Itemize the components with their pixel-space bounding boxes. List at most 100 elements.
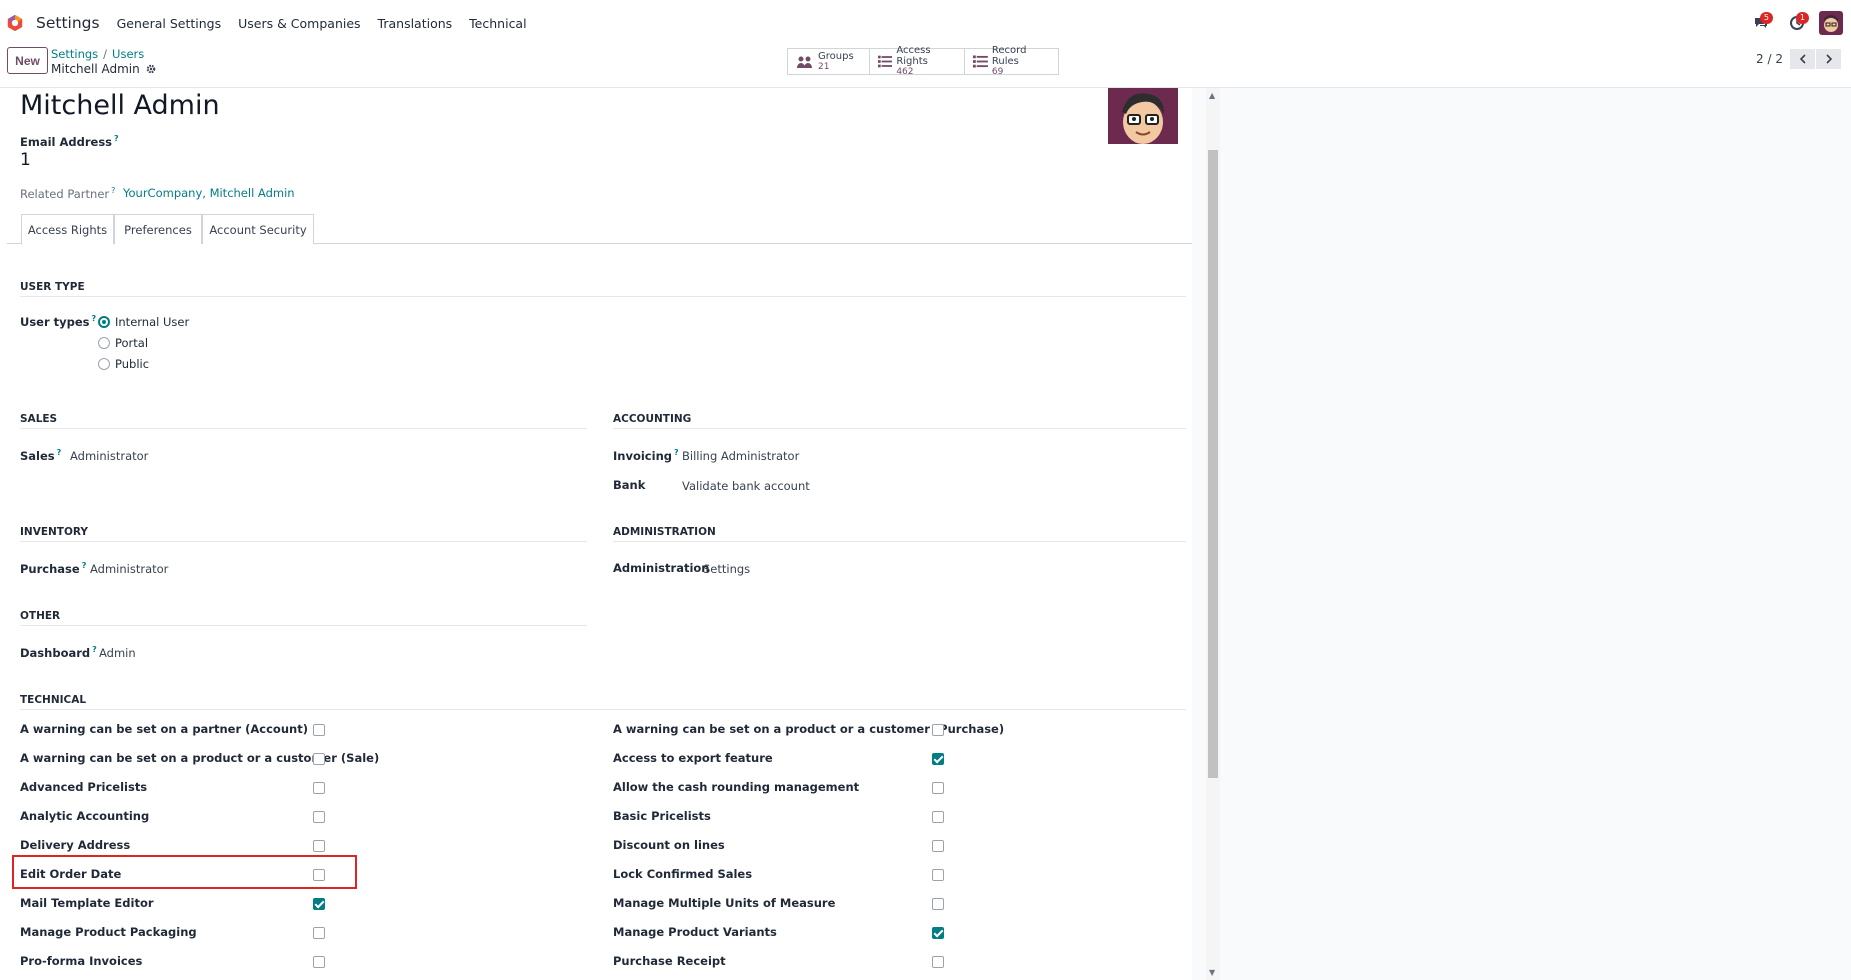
checkbox[interactable]: [932, 956, 944, 968]
highlight-box: [12, 855, 357, 889]
checkbox[interactable]: [932, 782, 944, 794]
section-divider: [20, 296, 1186, 297]
menu-general-settings[interactable]: General Settings: [117, 16, 222, 31]
checkbox[interactable]: [313, 927, 325, 939]
menu-technical[interactable]: Technical: [469, 16, 526, 31]
tab-preferences[interactable]: Preferences: [114, 214, 202, 244]
checkbox[interactable]: [313, 840, 325, 852]
administration-select[interactable]: Settings: [703, 562, 750, 576]
gear-icon[interactable]: [146, 64, 156, 74]
app-name[interactable]: Settings: [36, 14, 100, 32]
email-label-text: Email Address: [20, 134, 113, 149]
checkbox-label: Allow the cash rounding management: [613, 780, 860, 794]
checkbox[interactable]: [932, 869, 944, 881]
activities-badge: 1: [1795, 12, 1809, 24]
sales-label-text: Sales: [20, 448, 55, 463]
user-avatar[interactable]: [1819, 11, 1843, 35]
breadcrumb-settings[interactable]: Settings: [51, 47, 98, 61]
user-photo[interactable]: [1108, 88, 1178, 144]
list-icon: [973, 55, 988, 68]
pager-value[interactable]: 2 / 2: [1756, 52, 1783, 66]
checkbox-label: A warning can be set on a product or a c…: [20, 751, 380, 765]
app-logo-icon[interactable]: [6, 14, 24, 32]
radio-button[interactable]: [98, 358, 110, 370]
section-divider: [20, 541, 587, 542]
section-technical: TECHNICAL: [20, 694, 87, 706]
user-types-label: User types?: [20, 314, 96, 329]
help-icon[interactable]: ?: [114, 134, 119, 143]
section-other: OTHER: [20, 610, 61, 622]
scroll-up-icon[interactable]: ▲: [1209, 91, 1215, 100]
groups-smart-button[interactable]: Groups 21: [788, 49, 870, 74]
checkbox[interactable]: [313, 956, 325, 968]
menu-users-companies[interactable]: Users & Companies: [238, 16, 360, 31]
checkbox[interactable]: [313, 724, 325, 736]
radio-portal[interactable]: Portal: [98, 336, 148, 350]
checkbox[interactable]: [932, 840, 944, 852]
new-button[interactable]: New: [7, 47, 48, 74]
dashboard-select[interactable]: Admin: [99, 646, 136, 660]
radio-button[interactable]: [98, 316, 110, 328]
checkbox-label: Analytic Accounting: [20, 809, 150, 823]
pager-next-button[interactable]: [1816, 49, 1841, 69]
section-divider: [20, 625, 587, 626]
section-divider: [20, 709, 1186, 710]
checkbox-label: Manage Product Variants: [613, 925, 777, 939]
purchase-label-text: Purchase: [20, 561, 80, 576]
checkbox-label: Pro-forma Invoices: [20, 954, 143, 968]
radio-label: Portal: [115, 336, 149, 350]
menu-translations[interactable]: Translations: [378, 16, 453, 31]
scrollbar[interactable]: ▲ ▼: [1206, 88, 1220, 980]
record-rules-smart-button[interactable]: Record Rules 69: [965, 45, 1058, 77]
section-divider: [613, 428, 1186, 429]
checkbox[interactable]: [932, 811, 944, 823]
help-icon[interactable]: ?: [92, 645, 97, 654]
scroll-down-icon[interactable]: ▼: [1209, 968, 1215, 977]
activities-button[interactable]: 1: [1779, 4, 1815, 42]
access-rights-label: Access Rights: [896, 45, 931, 67]
purchase-select[interactable]: Administrator: [90, 562, 168, 576]
checkbox[interactable]: [932, 724, 944, 736]
checkbox[interactable]: [932, 898, 944, 910]
form-sheet: Mitchell Admin Email Address? 1 Related …: [7, 88, 1192, 980]
radio-internal-user[interactable]: Internal User: [98, 315, 189, 329]
user-name-title[interactable]: Mitchell Admin: [20, 90, 220, 121]
record-rules-count: 69: [991, 67, 1004, 77]
checkbox[interactable]: [313, 782, 325, 794]
smart-buttons: Groups 21 Access Rights 462 Record Rules 69: [787, 45, 1059, 77]
help-icon[interactable]: ?: [82, 561, 87, 570]
user-types-label-text: User types: [20, 314, 90, 329]
bank-select[interactable]: Validate bank account: [682, 479, 810, 493]
checkbox[interactable]: [313, 898, 325, 910]
invoicing-select[interactable]: Billing Administrator: [682, 449, 799, 463]
help-icon[interactable]: ?: [674, 448, 679, 457]
radio-public[interactable]: Public: [98, 357, 149, 371]
dashboard-label-text: Dashboard: [20, 645, 91, 660]
tab-access-rights[interactable]: Access Rights: [21, 214, 114, 245]
pager-previous-button[interactable]: [1790, 49, 1815, 69]
checkbox[interactable]: [932, 753, 944, 765]
checkbox[interactable]: [313, 753, 325, 765]
email-field[interactable]: 1: [20, 150, 31, 170]
access-rights-smart-button[interactable]: Access Rights 462: [870, 45, 965, 77]
checkbox-label: Manage Multiple Units of Measure: [613, 896, 836, 910]
section-sales: SALES: [20, 413, 58, 425]
users-icon: [797, 56, 812, 68]
tab-account-security[interactable]: Account Security: [202, 214, 314, 244]
pager: 2 / 2: [1756, 49, 1841, 69]
help-icon[interactable]: ?: [57, 448, 62, 457]
checkbox[interactable]: [932, 927, 944, 939]
sales-select[interactable]: Administrator: [70, 449, 148, 463]
help-icon[interactable]: ?: [92, 314, 97, 323]
breadcrumb-users[interactable]: Users: [112, 47, 144, 61]
messages-button[interactable]: 5: [1743, 4, 1779, 42]
record-rules-label: Record Rules: [991, 45, 1027, 67]
radio-button[interactable]: [98, 337, 110, 349]
help-icon[interactable]: ?: [111, 186, 115, 195]
scrollbar-thumb[interactable]: [1208, 150, 1218, 778]
section-divider: [20, 428, 587, 429]
checkbox[interactable]: [313, 811, 325, 823]
related-partner-link[interactable]: YourCompany, Mitchell Admin: [123, 186, 295, 200]
section-administration: ADMINISTRATION: [613, 526, 716, 538]
checkbox-label: Access to export feature: [613, 751, 773, 765]
